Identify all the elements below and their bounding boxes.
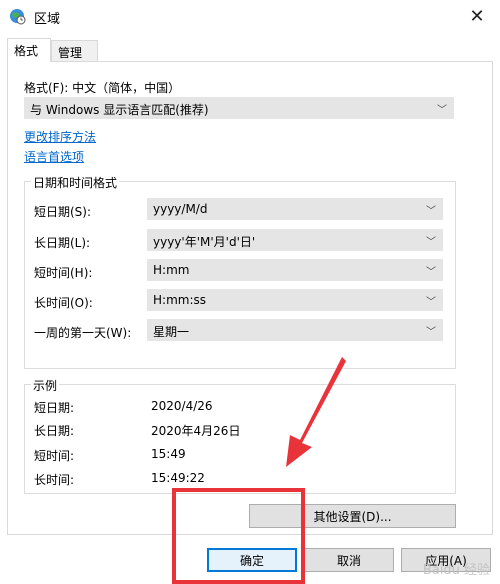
long-date-select[interactable]: yyyy'年'M'月'd'日' ﹀ <box>147 229 443 251</box>
tab-manage[interactable]: 管理 <box>51 40 98 62</box>
short-time-label: 短时间(H): <box>34 266 93 280</box>
tab-format[interactable]: 格式 <box>7 38 51 62</box>
chevron-down-icon: ﹀ <box>426 237 436 248</box>
example-long-date-value: 2020年4月26日 <box>151 424 241 438</box>
short-date-value: yyyy/M/d <box>153 202 208 216</box>
short-date-label: 短日期(S): <box>34 205 92 219</box>
format-select-value: 与 Windows 显示语言匹配(推荐) <box>30 103 209 117</box>
chevron-down-icon: ﹀ <box>426 267 436 278</box>
close-icon: ✕ <box>469 5 485 27</box>
chevron-down-icon: ﹀ <box>426 297 436 308</box>
long-time-label: 长时间(O): <box>34 296 93 310</box>
window-title: 区域 <box>34 12 61 27</box>
example-long-time-value: 15:49:22 <box>151 471 205 485</box>
format-select[interactable]: 与 Windows 显示语言匹配(推荐) ﹀ <box>24 97 454 119</box>
change-sort-link[interactable]: 更改排序方法 <box>24 128 96 145</box>
short-time-value: H:mm <box>153 263 190 277</box>
watermark: Baidu 经验 <box>422 563 490 578</box>
highlight-box-annotation <box>172 488 305 584</box>
first-day-select[interactable]: 星期一 ﹀ <box>147 319 443 341</box>
first-day-label: 一周的第一天(W): <box>34 326 132 340</box>
example-short-date-value: 2020/4/26 <box>151 399 213 413</box>
example-long-date-label: 长日期: <box>34 424 75 438</box>
datetime-formats-group: 日期和时间格式 短日期(S): yyyy/M/d ﹀ 长日期(L): yyyy'… <box>24 174 456 369</box>
example-short-date-label: 短日期: <box>34 401 75 415</box>
datetime-group-title: 日期和时间格式 <box>31 174 120 191</box>
example-short-time-value: 15:49 <box>151 447 186 461</box>
chevron-down-icon: ﹀ <box>426 206 436 217</box>
red-arrow-icon <box>286 357 346 467</box>
short-time-select[interactable]: H:mm ﹀ <box>147 259 443 281</box>
format-panel: 格式(F): 中文（简体，中国） 与 Windows 显示语言匹配(推荐) ﹀ … <box>7 61 493 535</box>
example-short-time-label: 短时间: <box>34 449 75 463</box>
format-label: 格式(F): 中文（简体，中国） <box>24 81 181 95</box>
short-date-select[interactable]: yyyy/M/d ﹀ <box>147 198 443 220</box>
first-day-value: 星期一 <box>153 325 190 339</box>
example-long-time-label: 长时间: <box>34 473 75 487</box>
long-time-value: H:mm:ss <box>153 293 206 307</box>
cancel-button[interactable]: 取消 <box>304 548 394 572</box>
chevron-down-icon: ﹀ <box>426 327 436 338</box>
title-bar: 区域 ✕ <box>0 0 500 32</box>
long-time-select[interactable]: H:mm:ss ﹀ <box>147 289 443 311</box>
examples-group-title: 示例 <box>31 377 60 394</box>
examples-group: 示例 短日期: 2020/4/26 长日期: 2020年4月26日 短时间: 1… <box>24 377 456 494</box>
chevron-down-icon: ﹀ <box>437 105 447 116</box>
close-button[interactable]: ✕ <box>454 0 500 32</box>
globe-clock-icon <box>10 9 26 25</box>
long-date-label: 长日期(L): <box>34 236 91 250</box>
language-preferences-link[interactable]: 语言首选项 <box>24 148 84 165</box>
long-date-value: yyyy'年'M'月'd'日' <box>153 235 256 249</box>
